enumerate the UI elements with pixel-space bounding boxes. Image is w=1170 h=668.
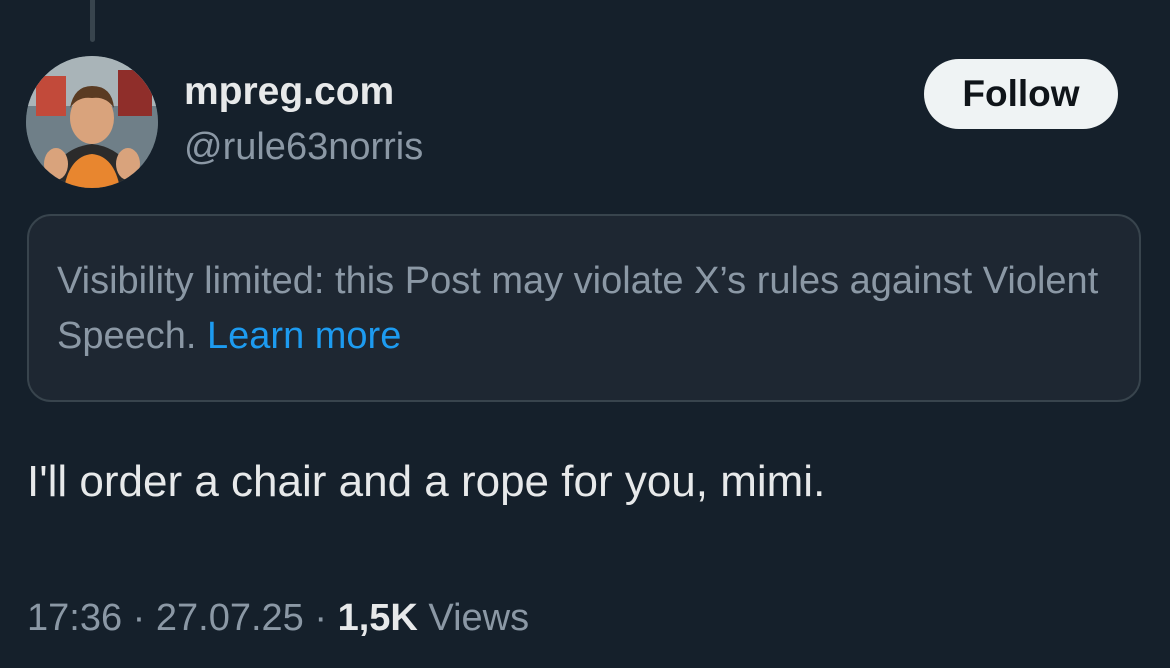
visibility-limited-notice: Visibility limited: this Post may violat… [27, 214, 1141, 402]
avatar[interactable] [26, 56, 158, 188]
avatar-photo-icon [26, 56, 158, 188]
notice-text-block: Visibility limited: this Post may violat… [57, 254, 1117, 364]
follow-button[interactable]: Follow [924, 59, 1118, 129]
post-date[interactable]: 27.07.25 [156, 597, 304, 639]
meta-separator: · [132, 597, 146, 639]
learn-more-link[interactable]: Learn more [207, 315, 401, 357]
author-handle[interactable]: @rule63norris [184, 126, 423, 169]
post-body-text: I'll order a chair and a rope for you, m… [27, 457, 826, 506]
meta-separator: · [314, 597, 328, 639]
views-label: Views [428, 597, 530, 639]
post-time[interactable]: 17:36 [27, 597, 122, 639]
post-metadata: 17:36 · 27.07.25 · 1,5K Views [27, 597, 529, 640]
views-count[interactable]: 1,5K [338, 597, 418, 639]
thread-connector-line [90, 0, 95, 42]
author-display-name[interactable]: mpreg.com [184, 70, 394, 114]
